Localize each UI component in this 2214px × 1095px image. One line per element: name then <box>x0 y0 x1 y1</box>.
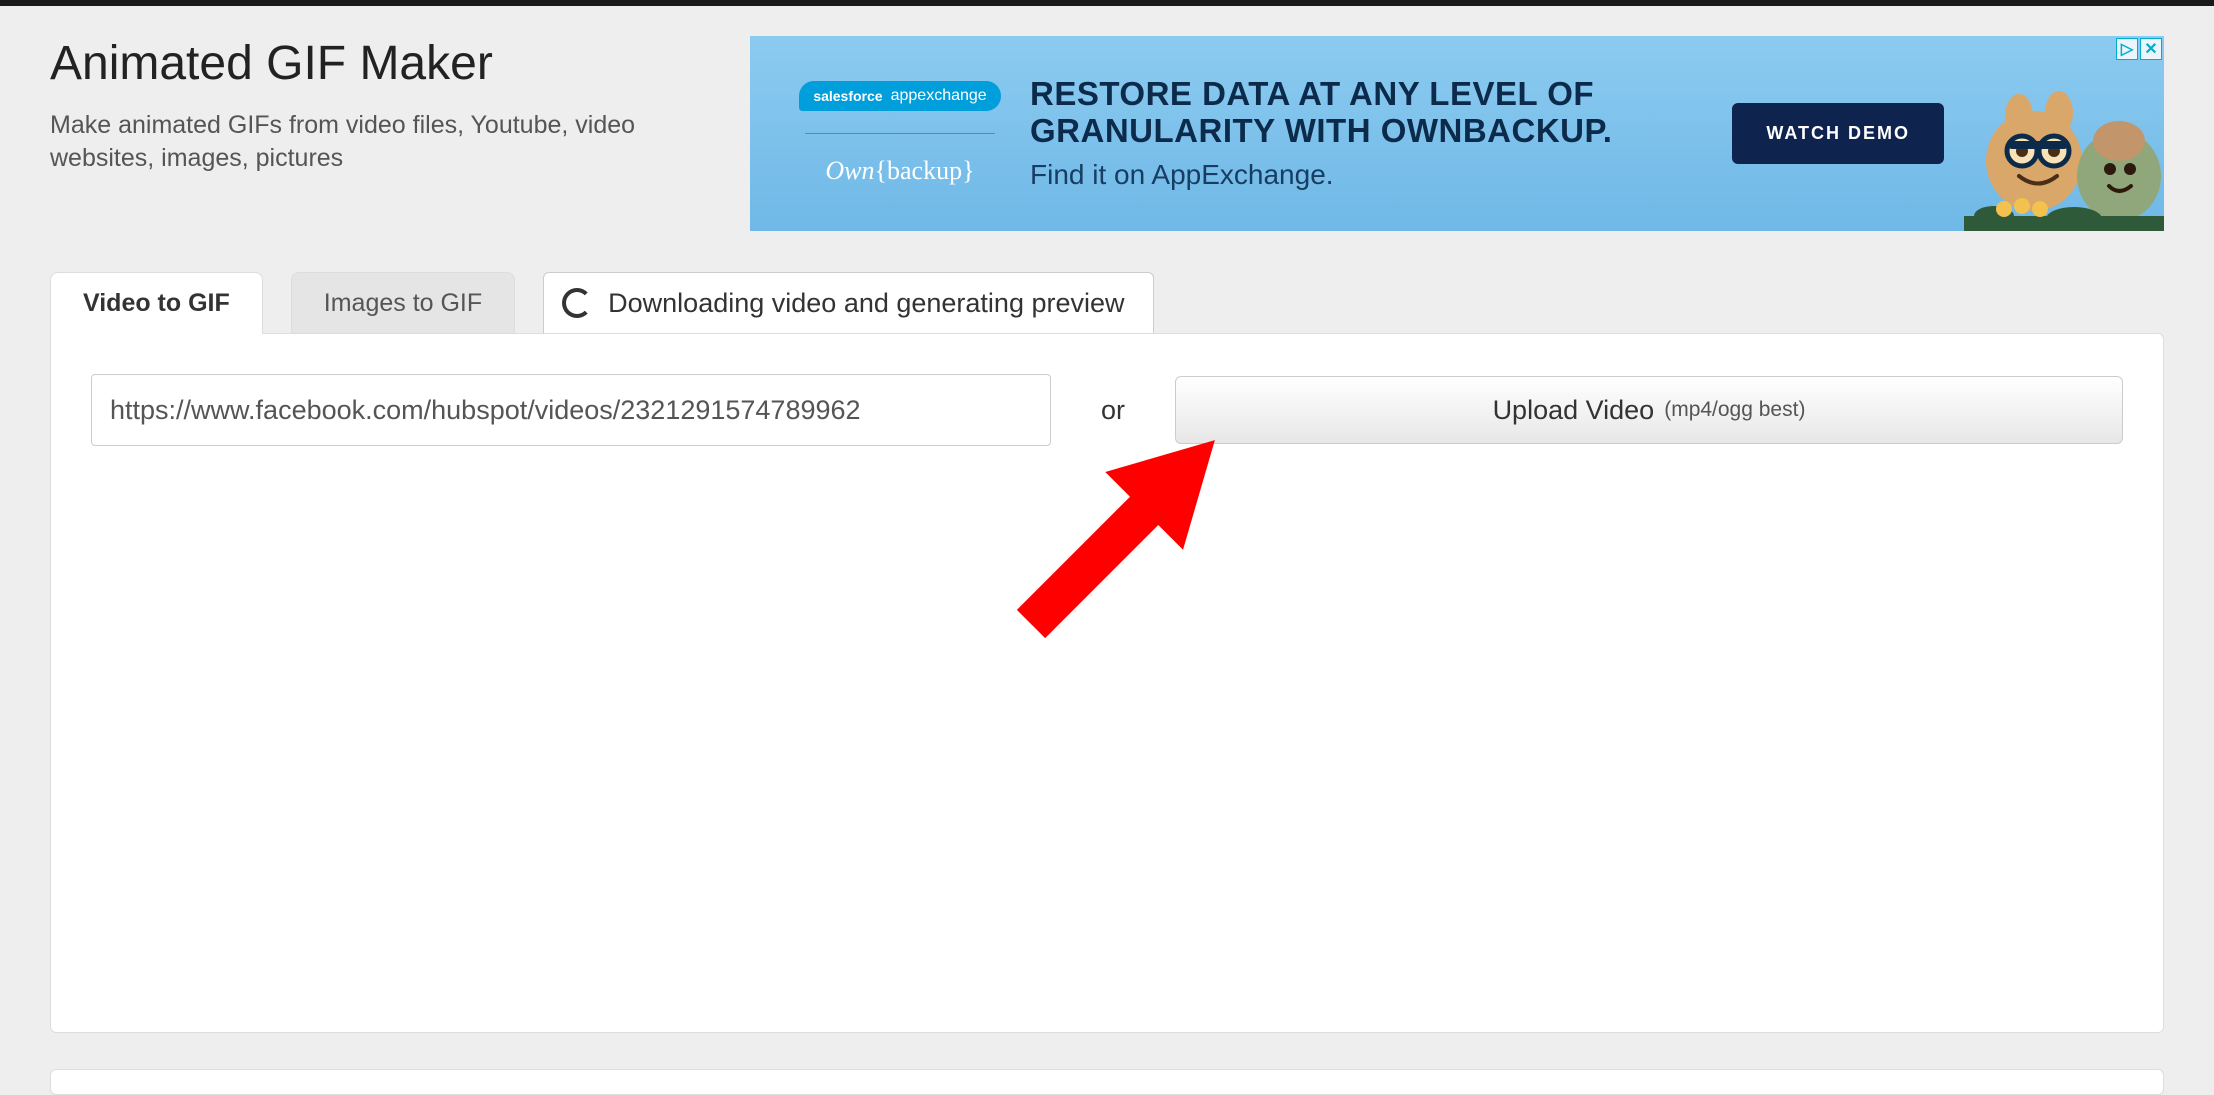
ad-headline: RESTORE DATA AT ANY LEVEL OF GRANULARITY… <box>1030 76 1712 149</box>
upload-button-label: Upload Video <box>1493 395 1655 426</box>
ad-divider <box>805 133 995 134</box>
salesforce-logo-text: salesforce <box>813 88 882 104</box>
tabs-row: Video to GIF Images to GIF Downloading v… <box>50 271 2164 333</box>
ad-left-branding: salesforce appexchange Own{backup} <box>750 81 1010 186</box>
salesforce-badge: salesforce appexchange <box>799 81 1000 111</box>
tab-images-to-gif[interactable]: Images to GIF <box>291 272 515 334</box>
watch-demo-button[interactable]: WATCH DEMO <box>1732 103 1944 164</box>
header-text: Animated GIF Maker Make animated GIFs fr… <box>50 36 690 174</box>
main-panel: or Upload Video (mp4/ogg best) <box>50 333 2164 1033</box>
ad-banner[interactable]: salesforce appexchange Own{backup} RESTO… <box>750 36 2164 231</box>
ad-copy: RESTORE DATA AT ANY LEVEL OF GRANULARITY… <box>1010 76 1732 191</box>
upload-video-button[interactable]: Upload Video (mp4/ogg best) <box>1175 376 2123 444</box>
ad-characters <box>1964 36 2164 231</box>
page-content: Animated GIF Maker Make animated GIFs fr… <box>0 6 2214 1095</box>
ad-corner-controls: ▷ ✕ <box>2116 38 2162 60</box>
adchoices-icon[interactable]: ▷ <box>2116 38 2138 60</box>
video-url-input[interactable] <box>91 374 1051 446</box>
ownbackup-logo: Own{backup} <box>825 156 974 186</box>
status-text: Downloading video and generating preview <box>608 288 1124 319</box>
spinner-icon <box>562 288 592 318</box>
status-pill: Downloading video and generating preview <box>543 272 1153 334</box>
appexchange-text: appexchange <box>891 87 987 105</box>
input-row: or Upload Video (mp4/ogg best) <box>91 374 2123 446</box>
page-subtitle: Make animated GIFs from video files, You… <box>50 109 690 174</box>
tab-video-to-gif[interactable]: Video to GIF <box>50 272 263 334</box>
secondary-panel <box>50 1069 2164 1095</box>
upload-button-hint: (mp4/ogg best) <box>1664 398 1805 422</box>
page-title: Animated GIF Maker <box>50 36 690 91</box>
header-row: Animated GIF Maker Make animated GIFs fr… <box>50 36 2164 231</box>
ad-close-icon[interactable]: ✕ <box>2140 38 2162 60</box>
or-separator: or <box>1101 395 1125 426</box>
ad-subline: Find it on AppExchange. <box>1030 159 1712 191</box>
